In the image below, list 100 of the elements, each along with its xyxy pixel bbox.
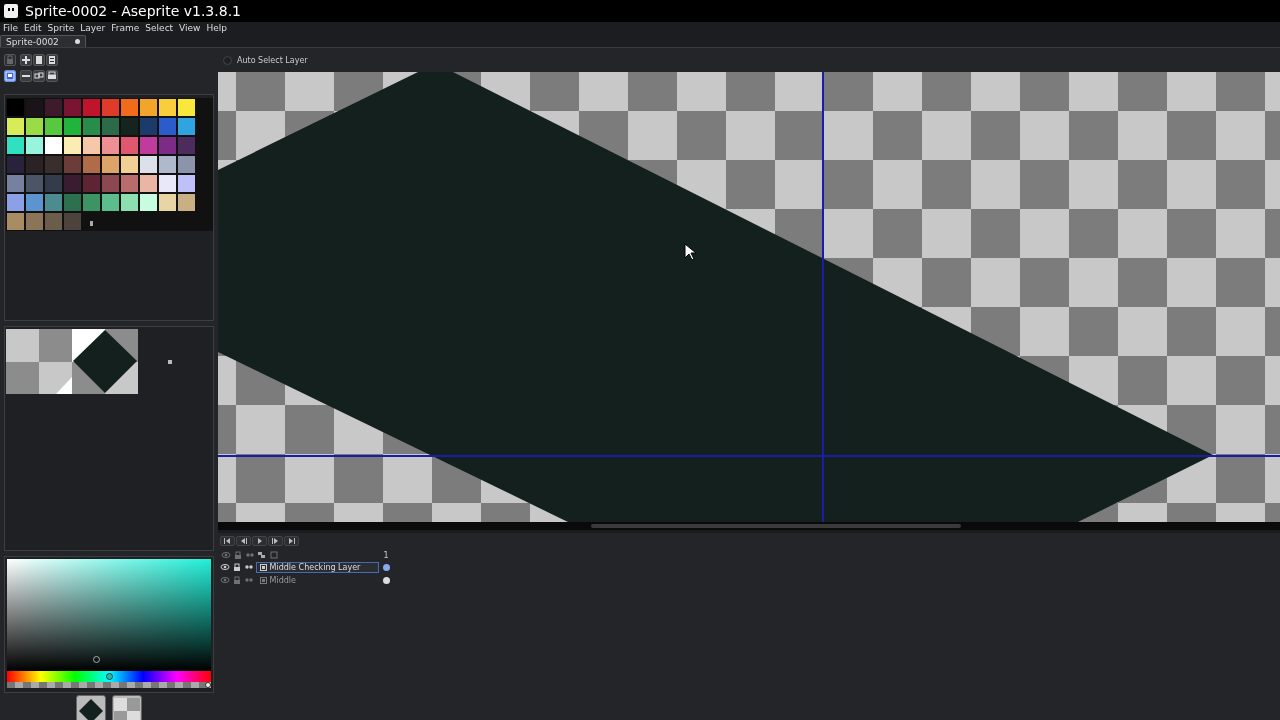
plus-button[interactable] (20, 54, 32, 66)
palette-swatch[interactable] (44, 212, 63, 231)
printer-button[interactable] (46, 70, 58, 82)
palette-swatch[interactable] (139, 136, 158, 155)
page-button[interactable] (33, 54, 45, 66)
menu-item[interactable]: View (179, 22, 201, 35)
menu-item[interactable]: File (3, 22, 19, 35)
palette-swatch[interactable] (101, 193, 120, 212)
palette-swatch[interactable] (25, 98, 44, 117)
palette-swatch[interactable] (120, 98, 139, 117)
palette-swatch[interactable] (101, 174, 120, 193)
palette-swatch[interactable] (6, 193, 25, 212)
palette-swatch[interactable] (139, 117, 158, 136)
palette-swatch[interactable] (101, 136, 120, 155)
palette-swatch[interactable] (177, 193, 196, 212)
palette-swatch[interactable] (63, 98, 82, 117)
cel-dot-icon[interactable] (382, 576, 390, 584)
cel-dot-icon[interactable] (382, 563, 390, 571)
first-frame-button[interactable] (220, 536, 235, 546)
hue-slider[interactable] (7, 671, 211, 682)
link-icon[interactable] (244, 563, 255, 571)
menu-item[interactable]: Frame (111, 22, 140, 35)
palette-swatch[interactable] (120, 174, 139, 193)
palette-swatch[interactable] (120, 117, 139, 136)
menu-item[interactable]: Sprite (47, 22, 75, 35)
palette-swatch[interactable] (25, 174, 44, 193)
minus-button[interactable] (20, 70, 32, 82)
palette-swatch[interactable] (120, 155, 139, 174)
palette-swatch[interactable] (25, 117, 44, 136)
layer-name[interactable]: Middle (255, 574, 380, 586)
previous-frame-button[interactable] (236, 536, 251, 546)
palette-swatch[interactable] (120, 193, 139, 212)
palette-swatch[interactable] (139, 98, 158, 117)
layer-name[interactable]: Middle Checking Layer (255, 561, 380, 573)
foreground-color-button[interactable] (76, 695, 106, 720)
scrollbar-thumb[interactable] (591, 524, 961, 528)
palette-swatch[interactable] (63, 193, 82, 212)
play-button[interactable] (252, 536, 267, 546)
menu-item[interactable]: Edit (24, 22, 42, 35)
palette-swatch[interactable] (25, 193, 44, 212)
palette-swatch[interactable] (63, 136, 82, 155)
palette-swatch[interactable] (101, 98, 120, 117)
palette-swatch[interactable] (139, 155, 158, 174)
palette-swatch[interactable] (6, 155, 25, 174)
lock-icon[interactable] (232, 563, 243, 571)
alpha-thumb[interactable] (205, 682, 211, 688)
palette-swatch[interactable] (25, 155, 44, 174)
palette-swatch[interactable] (63, 212, 82, 231)
palette-swatch[interactable] (44, 98, 63, 117)
palette-swatch[interactable] (82, 117, 101, 136)
menu-item[interactable]: Layer (80, 22, 106, 35)
menu-item[interactable]: Help (206, 22, 227, 35)
square-button[interactable] (4, 70, 16, 82)
auto-select-checkbox[interactable] (223, 55, 232, 65)
palette-swatch[interactable] (6, 98, 25, 117)
palette-swatch[interactable] (139, 193, 158, 212)
palette-swatch[interactable] (44, 117, 63, 136)
palette-swatch[interactable] (63, 155, 82, 174)
palette-swatch[interactable] (82, 155, 101, 174)
palette-swatch[interactable] (177, 136, 196, 155)
palette-swatch[interactable] (158, 136, 177, 155)
hue-thumb[interactable] (106, 673, 113, 680)
palette-swatch[interactable] (139, 174, 158, 193)
palette-swatch[interactable] (120, 136, 139, 155)
frame-number[interactable]: 1 (380, 550, 392, 560)
palette-swatch[interactable] (158, 174, 177, 193)
palette-swatch[interactable] (177, 155, 196, 174)
palette-swatch[interactable] (82, 136, 101, 155)
saturation-value-field[interactable] (7, 559, 211, 671)
palette-swatch[interactable] (158, 193, 177, 212)
resize-handle-icon[interactable] (90, 221, 93, 226)
palette-swatch[interactable] (6, 212, 25, 231)
palette-swatch[interactable] (6, 136, 25, 155)
palette-swatch[interactable] (63, 174, 82, 193)
palette-swatch[interactable] (82, 174, 101, 193)
palette-swatch[interactable] (82, 98, 101, 117)
palette-swatch[interactable] (158, 98, 177, 117)
palette-swatch[interactable] (44, 193, 63, 212)
palette-swatch[interactable] (158, 117, 177, 136)
palette-swatch[interactable] (177, 117, 196, 136)
menu-item[interactable]: Select (145, 22, 174, 35)
palette-swatch[interactable] (101, 155, 120, 174)
background-color-button[interactable] (112, 695, 142, 720)
palette-swatch[interactable] (177, 98, 196, 117)
palette-swatch[interactable] (44, 136, 63, 155)
layers-icon[interactable] (256, 551, 267, 559)
document-tab[interactable]: Sprite-0002 (0, 35, 86, 47)
alpha-slider[interactable] (7, 682, 211, 688)
next-frame-button[interactable] (268, 536, 283, 546)
palette-swatch[interactable] (25, 136, 44, 155)
palette-swatch[interactable] (25, 212, 44, 231)
palette-swatch[interactable] (82, 193, 101, 212)
palette-swatch[interactable] (63, 117, 82, 136)
palette-swatch[interactable] (158, 155, 177, 174)
palette-swatch[interactable] (44, 174, 63, 193)
last-frame-button[interactable] (284, 536, 299, 546)
palette-swatch[interactable] (44, 155, 63, 174)
eye-icon[interactable] (220, 563, 231, 571)
list-button[interactable] (46, 54, 58, 66)
palette-swatch[interactable] (6, 174, 25, 193)
